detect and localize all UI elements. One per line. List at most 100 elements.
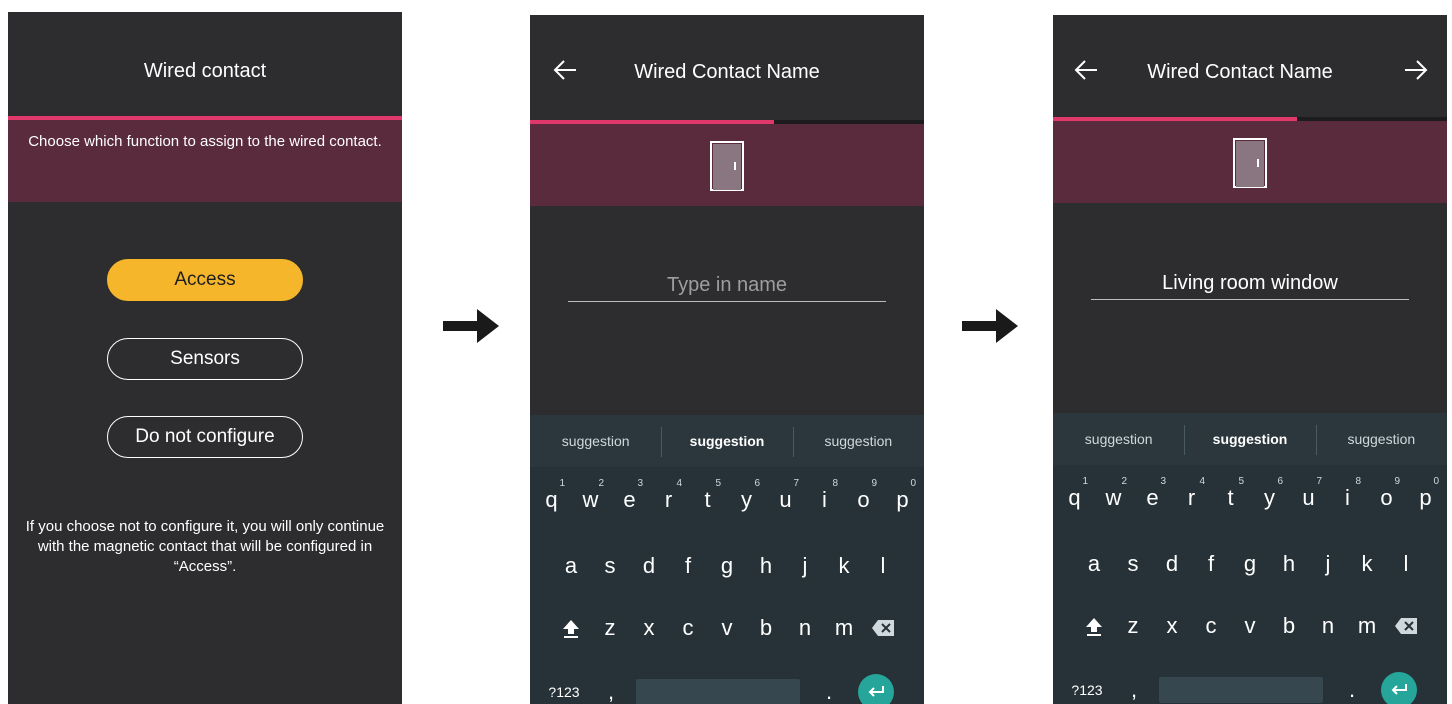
next-arrow-icon[interactable]	[1403, 57, 1429, 83]
key[interactable]: 6y	[1250, 471, 1289, 525]
key[interactable]: 6y	[727, 473, 766, 527]
key[interactable]: s	[591, 539, 630, 593]
key[interactable]: 7u	[766, 473, 805, 527]
contact-name-input[interactable]	[1091, 267, 1409, 300]
key[interactable]: b	[747, 601, 786, 655]
key-hint: 0	[910, 478, 916, 489]
key[interactable]: x	[1153, 599, 1192, 653]
key[interactable]: 8i	[1328, 471, 1367, 525]
sensors-button[interactable]: Sensors	[107, 338, 303, 380]
key[interactable]: h	[1270, 537, 1309, 591]
key[interactable]: 0p	[1406, 471, 1445, 525]
key-hint: 5	[715, 478, 721, 489]
key[interactable]: z	[591, 601, 630, 655]
contact-name-input[interactable]	[568, 269, 886, 302]
key[interactable]: c	[1192, 599, 1231, 653]
key[interactable]: z	[1114, 599, 1153, 653]
key[interactable]: h	[747, 539, 786, 593]
symbols-key[interactable]: ?123	[542, 665, 586, 704]
key[interactable]: v	[1231, 599, 1270, 653]
key[interactable]: m	[1348, 599, 1387, 653]
key[interactable]: 2w	[571, 473, 610, 527]
comma-key[interactable]: ,	[586, 665, 636, 704]
space-bar[interactable]	[1159, 677, 1323, 703]
suggestion-bar: suggestion suggestion suggestion	[530, 415, 924, 467]
enter-key-icon[interactable]	[1381, 672, 1417, 704]
key[interactable]: 9o	[844, 473, 883, 527]
key[interactable]: g	[708, 539, 747, 593]
key[interactable]: l	[1387, 537, 1426, 591]
key[interactable]: 4r	[1172, 471, 1211, 525]
key[interactable]: k	[825, 539, 864, 593]
key[interactable]: 5t	[1211, 471, 1250, 525]
key[interactable]: f	[1192, 537, 1231, 591]
key[interactable]: n	[1309, 599, 1348, 653]
key[interactable]: 3e	[1133, 471, 1172, 525]
backspace-key-icon[interactable]	[864, 601, 903, 655]
key[interactable]: l	[864, 539, 903, 593]
key[interactable]: g	[1231, 537, 1270, 591]
key[interactable]: 1q	[532, 473, 571, 527]
key[interactable]: b	[1270, 599, 1309, 653]
backspace-key-icon[interactable]	[1387, 599, 1426, 653]
enter-key-icon[interactable]	[858, 674, 894, 704]
do-not-configure-button[interactable]: Do not configure	[107, 416, 303, 458]
suggestion-bar: suggestion suggestion suggestion	[1053, 413, 1447, 465]
key-hint: 8	[1355, 476, 1361, 487]
shift-key-icon[interactable]	[1075, 599, 1114, 653]
key[interactable]: x	[630, 601, 669, 655]
suggestion-item[interactable]: suggestion	[792, 415, 924, 467]
key[interactable]: c	[669, 601, 708, 655]
key[interactable]: k	[1348, 537, 1387, 591]
flow-arrow-icon	[443, 309, 499, 343]
key-hint: 3	[1160, 476, 1166, 487]
suggestion-item[interactable]: suggestion	[1184, 413, 1315, 465]
key[interactable]: 3e	[610, 473, 649, 527]
key-hint: 7	[793, 478, 799, 489]
symbols-key[interactable]: ?123	[1065, 663, 1109, 704]
key[interactable]: 7u	[1289, 471, 1328, 525]
key[interactable]: 0p	[883, 473, 922, 527]
page-title: Wired contact	[143, 60, 267, 82]
key[interactable]: v	[708, 601, 747, 655]
suggestion-item[interactable]: suggestion	[1315, 413, 1447, 465]
period-key[interactable]: .	[800, 665, 858, 704]
key-hint: 8	[832, 478, 838, 489]
key-label: w	[1105, 485, 1122, 510]
suggestion-item[interactable]: suggestion	[661, 415, 792, 467]
suggestion-item[interactable]: suggestion	[1053, 413, 1184, 465]
shift-key-icon[interactable]	[552, 601, 591, 655]
key[interactable]: 8i	[805, 473, 844, 527]
key[interactable]: 1q	[1055, 471, 1094, 525]
key[interactable]: 9o	[1367, 471, 1406, 525]
key[interactable]: f	[669, 539, 708, 593]
comma-key[interactable]: ,	[1109, 663, 1159, 704]
key-label: t	[704, 487, 711, 512]
suggestion-item[interactable]: suggestion	[530, 415, 661, 467]
key[interactable]: a	[552, 539, 591, 593]
header: Wired Contact Name	[1053, 15, 1447, 120]
key-label: y	[741, 487, 752, 512]
period-key[interactable]: .	[1323, 663, 1381, 704]
key[interactable]: j	[786, 539, 825, 593]
key[interactable]: 4r	[649, 473, 688, 527]
key-hint: 2	[598, 478, 604, 489]
key-label: u	[1302, 485, 1315, 510]
key[interactable]: 5t	[688, 473, 727, 527]
on-screen-keyboard: suggestion suggestion suggestion 1q 2w 3…	[1053, 413, 1447, 704]
key[interactable]: d	[1153, 537, 1192, 591]
key[interactable]: m	[825, 601, 864, 655]
key[interactable]: a	[1075, 537, 1114, 591]
key[interactable]: 2w	[1094, 471, 1133, 525]
key[interactable]: s	[1114, 537, 1153, 591]
key[interactable]: d	[630, 539, 669, 593]
key-hint: 9	[871, 478, 877, 489]
key[interactable]: j	[1309, 537, 1348, 591]
keyboard-row-2: a s d f g h j k l	[530, 539, 924, 593]
key[interactable]: n	[786, 601, 825, 655]
key-label: r	[1187, 485, 1196, 510]
flow-arrow-icon	[962, 309, 1018, 343]
space-bar[interactable]	[636, 679, 800, 704]
access-button[interactable]: Access	[107, 259, 303, 301]
key-label: p	[896, 487, 909, 512]
